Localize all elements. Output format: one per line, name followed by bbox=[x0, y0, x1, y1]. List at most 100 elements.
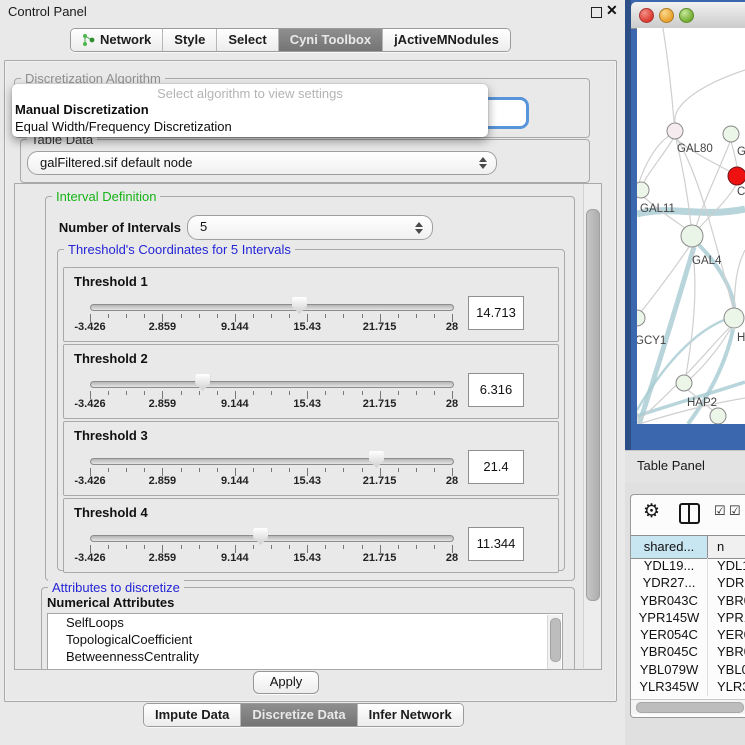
close-traffic-light-icon[interactable] bbox=[639, 8, 654, 23]
tab-network[interactable]: Network bbox=[71, 29, 162, 51]
slider-track[interactable] bbox=[90, 304, 454, 311]
node-label: HAP2 bbox=[687, 397, 717, 409]
cell-name: YPR1 bbox=[717, 610, 745, 625]
table-row[interactable]: YBR043CYBR0 bbox=[631, 593, 745, 610]
settings-scrollbar-thumb[interactable] bbox=[586, 209, 600, 601]
checkbox-icon[interactable]: ☑ bbox=[729, 503, 741, 519]
float-window-icon[interactable] bbox=[591, 7, 602, 18]
apply-button[interactable]: Apply bbox=[253, 671, 319, 694]
cell-shared-name: YDR27... bbox=[631, 575, 707, 590]
network-node[interactable] bbox=[676, 375, 692, 391]
attribute-list-item[interactable]: SelfLoops bbox=[48, 614, 562, 631]
table-row[interactable]: YDR27...YDR2 bbox=[631, 575, 745, 592]
tab-style[interactable]: Style bbox=[162, 29, 216, 51]
tab-cyni-toolbox[interactable]: Cyni Toolbox bbox=[278, 29, 382, 51]
number-of-intervals-spinner[interactable]: 5 bbox=[187, 215, 433, 240]
slider-tick-label: 9.144 bbox=[205, 321, 265, 333]
network-node[interactable] bbox=[710, 408, 726, 424]
slider-tick bbox=[217, 391, 218, 395]
slider-tick bbox=[362, 314, 363, 318]
attribute-list-item[interactable]: BetweennessCentrality bbox=[48, 648, 562, 665]
slider-track[interactable] bbox=[90, 381, 454, 388]
slider-tick-label: 2.859 bbox=[132, 398, 192, 410]
checkbox-icon[interactable]: ☑ bbox=[714, 503, 726, 519]
cyni-mode-tabs: Impute Data Discretize Data Infer Network bbox=[143, 703, 464, 727]
slider-tick bbox=[289, 468, 290, 472]
table-rows: YDL19...YDL1YDR27...YDR2YBR043CYBR0YPR14… bbox=[631, 558, 745, 698]
slider-tick bbox=[362, 391, 363, 395]
slider-tick bbox=[108, 545, 109, 549]
node-label: GCY1 bbox=[637, 335, 666, 347]
column-header-shared-name[interactable]: shared... bbox=[631, 536, 708, 558]
settings-scrollbar[interactable] bbox=[583, 184, 601, 668]
column-header-name[interactable]: n bbox=[717, 536, 724, 557]
cell-name: YBR0 bbox=[717, 644, 745, 659]
network-node[interactable] bbox=[723, 126, 739, 142]
threshold-value-field[interactable]: 21.4 bbox=[468, 450, 524, 484]
network-node[interactable] bbox=[637, 310, 645, 326]
attributes-scrollbar[interactable] bbox=[547, 615, 561, 670]
table-row[interactable]: YLR345WYLR3 bbox=[631, 679, 745, 696]
tab-jactivemnodules[interactable]: jActiveMNodules bbox=[382, 29, 510, 51]
slider-tick bbox=[398, 391, 399, 395]
slider-tick bbox=[199, 545, 200, 549]
attributes-scrollbar-thumb[interactable] bbox=[550, 618, 561, 662]
slider-thumb[interactable] bbox=[253, 528, 268, 545]
network-window-titlebar[interactable] bbox=[631, 2, 745, 29]
tab-infer-network[interactable]: Infer Network bbox=[357, 704, 463, 726]
tab-label: Discretize Data bbox=[252, 707, 345, 722]
table-hscrollbar-thumb[interactable] bbox=[636, 702, 744, 713]
slider-tick-label: 2.859 bbox=[132, 321, 192, 333]
slider-thumb[interactable] bbox=[369, 451, 384, 468]
slider-thumb[interactable] bbox=[195, 374, 210, 391]
slider-tick bbox=[253, 545, 254, 549]
network-node[interactable] bbox=[681, 225, 703, 247]
gear-icon[interactable]: ⚙ bbox=[643, 500, 660, 523]
table-data-combobox[interactable]: galFiltered.sif default node bbox=[27, 151, 497, 175]
minimize-traffic-light-icon[interactable] bbox=[659, 8, 674, 23]
zoom-traffic-light-icon[interactable] bbox=[679, 8, 694, 23]
slider-tick-label: 21.715 bbox=[350, 398, 410, 410]
panel-title: Control Panel bbox=[8, 4, 87, 19]
number-of-intervals-value: 5 bbox=[200, 219, 207, 234]
column-separator bbox=[707, 558, 708, 696]
slider-tick bbox=[289, 314, 290, 318]
close-icon[interactable]: ✕ bbox=[606, 2, 618, 19]
slider-thumb[interactable] bbox=[292, 297, 307, 314]
tab-discretize-data[interactable]: Discretize Data bbox=[240, 704, 356, 726]
split-view-icon[interactable] bbox=[679, 503, 700, 524]
slider-tick bbox=[181, 314, 182, 318]
table-row[interactable]: YBL079WYBL0 bbox=[631, 662, 745, 679]
slider-tick-label: -3.426 bbox=[60, 321, 120, 333]
tab-impute-data[interactable]: Impute Data bbox=[144, 704, 240, 726]
algorithm-option-manual[interactable]: Manual Discretization bbox=[12, 101, 488, 118]
network-node[interactable] bbox=[728, 167, 745, 185]
slider-track[interactable] bbox=[90, 458, 454, 465]
slider-tick bbox=[398, 545, 399, 549]
tab-label: Style bbox=[174, 32, 205, 47]
threshold-value-field[interactable]: 14.713 bbox=[468, 296, 524, 330]
attribute-list-item[interactable]: TopologicalCoefficient bbox=[48, 631, 562, 648]
network-canvas[interactable]: GAL80GACGAL11GAL4GCY1HHAP2 bbox=[637, 28, 745, 424]
table-row[interactable]: YDL19...YDL1 bbox=[631, 558, 745, 575]
threshold-value-field[interactable]: 11.344 bbox=[468, 527, 524, 561]
network-node[interactable] bbox=[724, 308, 744, 328]
table-row[interactable]: YBR045CYBR0 bbox=[631, 644, 745, 661]
table-row[interactable]: YER054CYER0 bbox=[631, 627, 745, 644]
algorithm-placeholder-option[interactable]: Select algorithm to view settings bbox=[12, 86, 488, 101]
algorithm-option-equal-width[interactable]: Equal Width/Frequency Discretization bbox=[12, 118, 488, 135]
threshold-value-field[interactable]: 6.316 bbox=[468, 373, 524, 407]
network-edge bbox=[688, 329, 733, 424]
network-edge bbox=[698, 185, 736, 229]
table-row[interactable]: YPR145WYPR1 bbox=[631, 610, 745, 627]
tab-select[interactable]: Select bbox=[216, 29, 277, 51]
numerical-attributes-list[interactable]: SelfLoopsTopologicalCoefficientBetweenne… bbox=[47, 613, 563, 670]
cell-shared-name: YLR345W bbox=[631, 679, 707, 694]
slider-track[interactable] bbox=[90, 535, 454, 542]
slider-tick bbox=[343, 545, 344, 549]
network-node[interactable] bbox=[667, 123, 683, 139]
table-horizontal-scrollbar[interactable] bbox=[631, 699, 745, 714]
slider-tick-label: 21.715 bbox=[350, 475, 410, 487]
network-node[interactable] bbox=[637, 182, 649, 198]
table-row[interactable]: YIL052CYIL0 bbox=[631, 696, 745, 698]
